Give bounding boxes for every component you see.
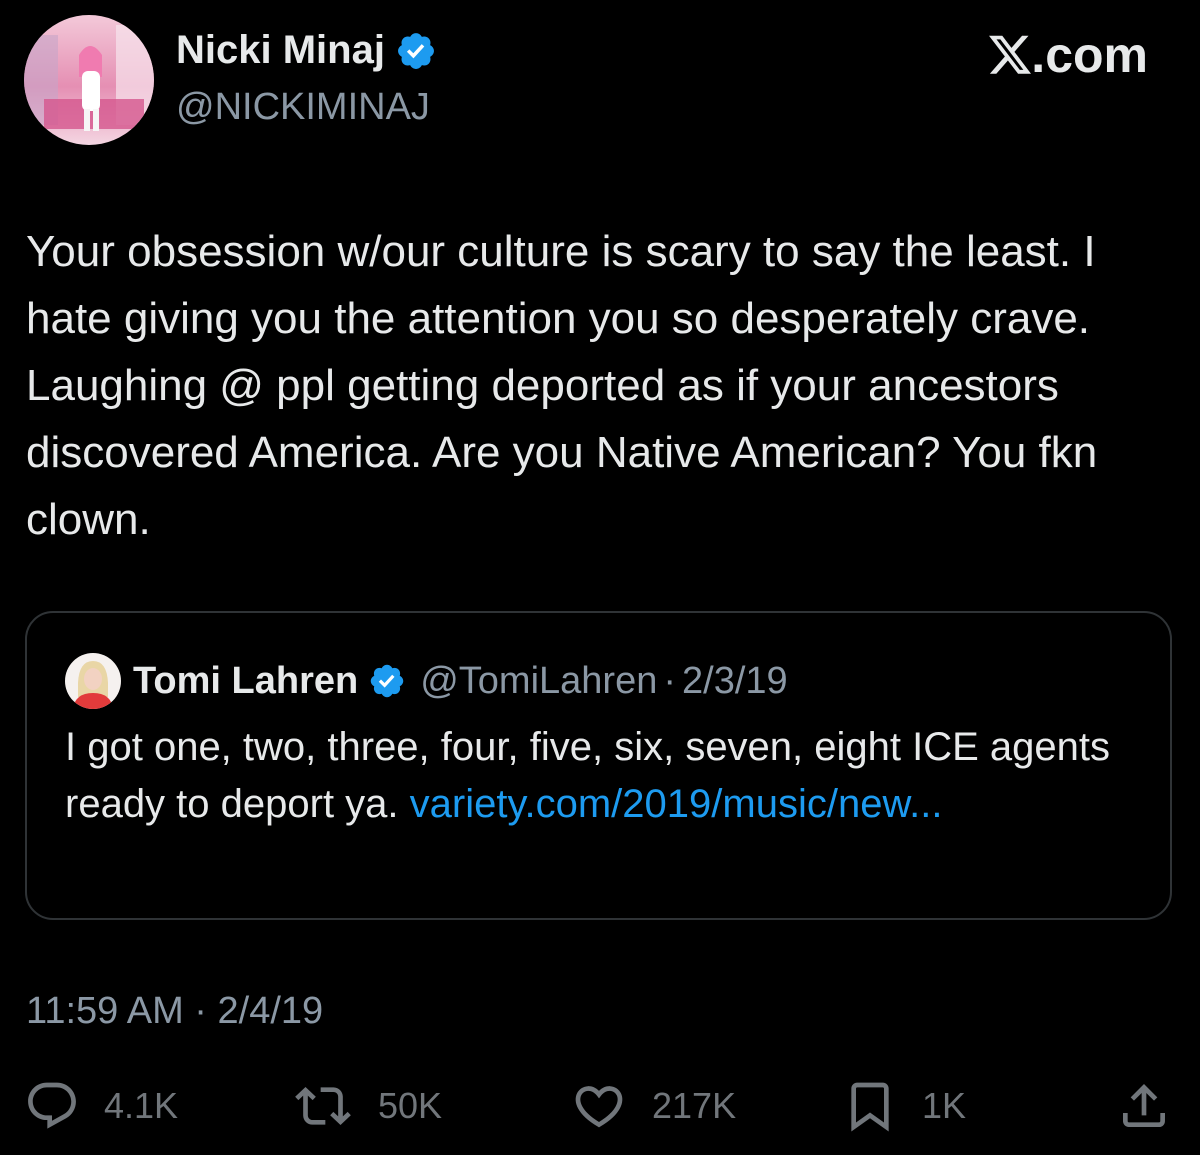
x-logo-icon xyxy=(989,35,1032,74)
tweet-text: Your obsession w/our culture is scary to… xyxy=(26,227,1098,544)
quoted-author-avatar[interactable] xyxy=(65,653,121,709)
share-button[interactable] xyxy=(1116,1078,1172,1134)
quoted-verified-badge-icon xyxy=(368,662,406,700)
author-avatar[interactable] xyxy=(24,15,154,145)
repost-count: 50K xyxy=(378,1085,443,1126)
author-name[interactable]: Nicki Minaj xyxy=(176,28,385,73)
tweet-date: 2/4/19 xyxy=(217,990,324,1032)
heart-icon xyxy=(575,1086,623,1128)
timestamp-separator-dot: · xyxy=(194,990,207,1032)
like-count: 217K xyxy=(652,1085,737,1126)
author-name-row[interactable]: Nicki Minaj xyxy=(176,28,437,73)
repost-button[interactable]: 50K xyxy=(292,1078,442,1134)
quoted-author-name[interactable]: Tomi Lahren xyxy=(133,660,358,703)
verified-badge-icon xyxy=(395,30,437,72)
reply-button[interactable]: 4.1K xyxy=(24,1078,178,1134)
quoted-avatar-image xyxy=(65,653,121,709)
quoted-tweet-date[interactable]: 2/3/19 xyxy=(682,660,788,703)
quoted-tweet-link[interactable]: variety.com/2019/music/new... xyxy=(410,782,943,826)
reply-icon xyxy=(28,1082,76,1129)
bookmark-count: 1K xyxy=(922,1085,967,1126)
x-brand-logo: .com xyxy=(989,26,1148,84)
bookmark-icon xyxy=(851,1082,889,1132)
quoted-tweet-header: Tomi Lahren @TomiLahren · 2/3/19 xyxy=(65,653,788,709)
avatar-image xyxy=(24,15,154,145)
tweet-timestamp[interactable]: 11:59 AM · 2/4/19 xyxy=(26,990,323,1033)
tweet-actions-bar: 4.1K 50K 217K 1K xyxy=(0,1078,1200,1138)
quoted-separator-dot: · xyxy=(663,659,676,702)
reply-count: 4.1K xyxy=(104,1085,179,1126)
tweet-time: 11:59 AM xyxy=(26,990,184,1032)
repost-icon xyxy=(295,1087,351,1125)
quoted-tweet-card[interactable]: Tomi Lahren @TomiLahren · 2/3/19 I got o… xyxy=(25,611,1172,920)
bookmark-button[interactable]: 1K xyxy=(842,1078,966,1134)
quoted-tweet-text: I got one, two, three, four, five, six, … xyxy=(65,719,1145,833)
like-button[interactable]: 217K xyxy=(570,1078,736,1134)
share-icon xyxy=(1123,1084,1165,1127)
quoted-author-handle[interactable]: @TomiLahren xyxy=(420,660,657,703)
author-handle[interactable]: @NICKIMINAJ xyxy=(176,86,430,129)
x-brand-domain: .com xyxy=(1031,27,1148,83)
